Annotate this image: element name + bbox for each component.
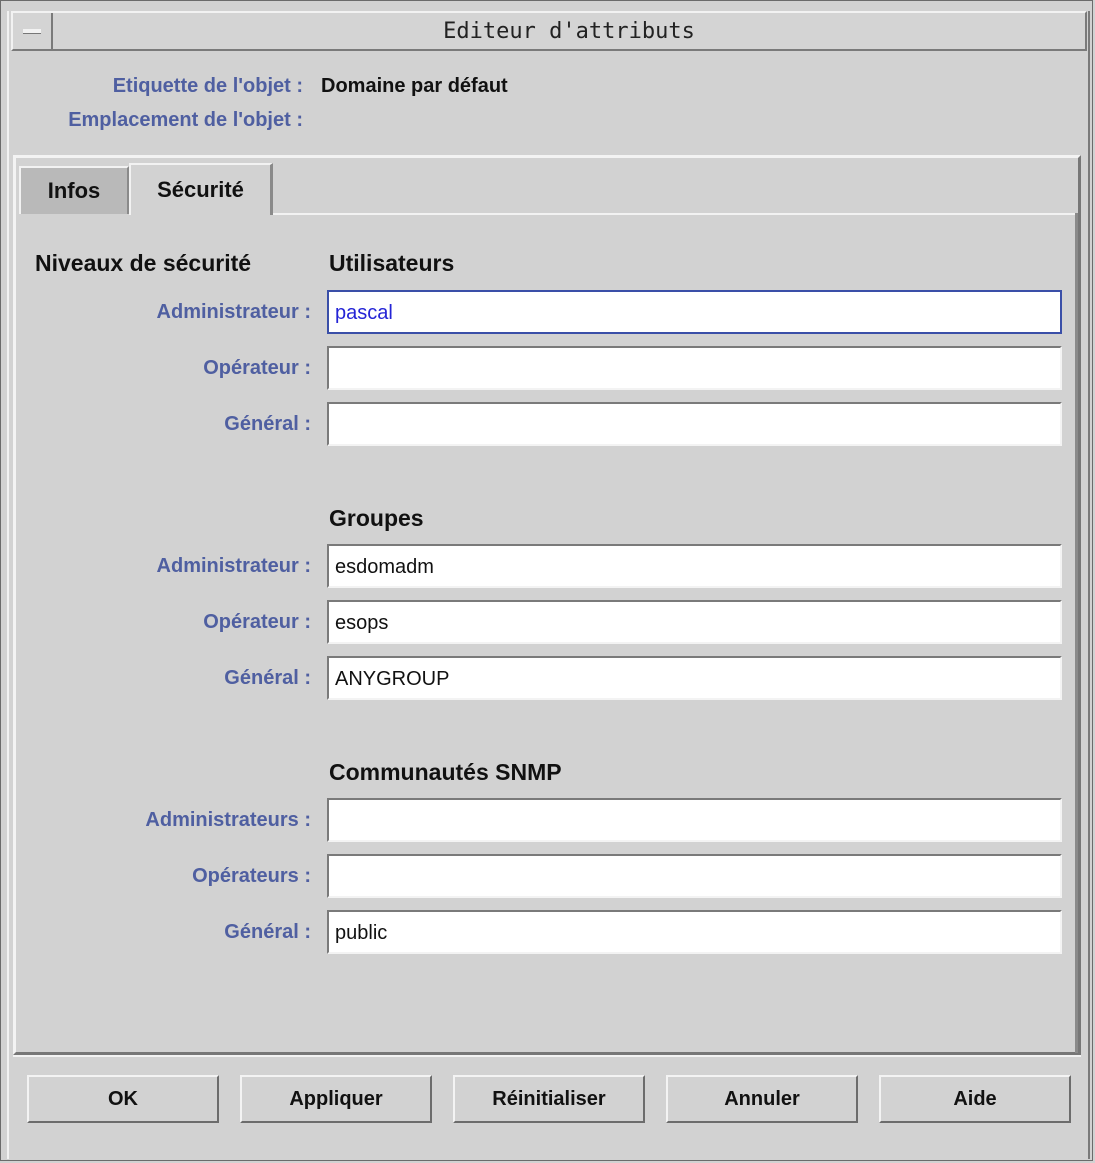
window-menu-button[interactable] xyxy=(13,13,53,49)
users-general-input[interactable] xyxy=(327,402,1062,446)
users-operator-label: Opérateur : xyxy=(203,357,311,379)
groups-administrator-input[interactable]: esdomadm xyxy=(327,544,1062,588)
apply-button[interactable]: Appliquer xyxy=(240,1075,432,1123)
attribute-editor-window: Editeur d'attributs Etiquette de l'objet… xyxy=(0,0,1093,1161)
users-section-title: Utilisateurs xyxy=(329,250,455,276)
ok-button[interactable]: OK xyxy=(27,1075,219,1123)
footer-separator xyxy=(13,1055,1081,1057)
users-administrator-label: Administrateur : xyxy=(156,301,311,323)
groups-general-label: Général : xyxy=(224,667,311,689)
groups-general-input[interactable]: ANYGROUP xyxy=(327,656,1062,700)
object-label-value: Domaine par défaut xyxy=(321,75,508,97)
users-operator-input[interactable] xyxy=(327,346,1062,390)
groups-administrator-label: Administrateur : xyxy=(156,555,311,577)
snmp-section-title: Communautés SNMP xyxy=(329,759,562,785)
snmp-general-label: Général : xyxy=(224,921,311,943)
groups-operator-input[interactable]: esops xyxy=(327,600,1062,644)
snmp-operators-input[interactable] xyxy=(327,854,1062,898)
snmp-administrators-input[interactable] xyxy=(327,798,1062,842)
cancel-button[interactable]: Annuler xyxy=(666,1075,858,1123)
snmp-administrators-label: Administrateurs : xyxy=(145,809,311,831)
snmp-operators-label: Opérateurs : xyxy=(192,865,311,887)
snmp-general-input[interactable]: public xyxy=(327,910,1062,954)
object-location-caption: Emplacement de l'objet : xyxy=(68,109,303,131)
users-administrator-input[interactable]: pascal xyxy=(327,290,1062,334)
object-label-caption: Etiquette de l'objet : xyxy=(112,75,303,97)
title-bar[interactable]: Editeur d'attributs xyxy=(11,11,1087,51)
panel-right-edge xyxy=(1075,213,1078,1053)
window-title: Editeur d'attributs xyxy=(443,19,695,44)
minus-icon xyxy=(23,29,41,34)
window-frame-right xyxy=(1088,11,1090,1159)
users-general-label: Général : xyxy=(224,413,311,435)
groups-section-title: Groupes xyxy=(329,505,424,531)
help-button[interactable]: Aide xyxy=(879,1075,1071,1123)
security-levels-title: Niveaux de sécurité xyxy=(35,250,252,276)
reset-button[interactable]: Réinitialiser xyxy=(453,1075,645,1123)
tab-securite[interactable]: Sécurité xyxy=(129,163,273,215)
tab-infos[interactable]: Infos xyxy=(19,166,129,214)
tab-divider xyxy=(273,213,1078,215)
groups-operator-label: Opérateur : xyxy=(203,611,311,633)
window-frame-left xyxy=(7,11,9,1159)
